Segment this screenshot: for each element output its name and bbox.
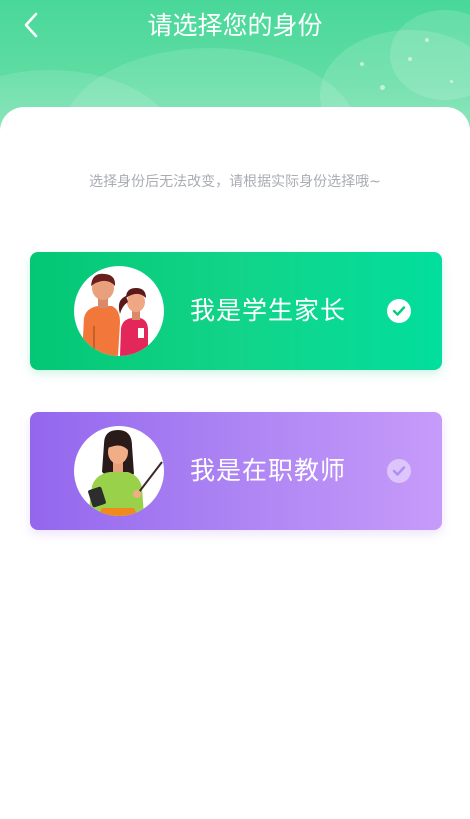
role-card-parent[interactable]: 我是学生家长 [30,252,442,370]
sparkle-dot [408,57,412,61]
sparkle-dot [360,62,364,66]
check-circle-icon[interactable] [387,459,411,483]
sparkle-dot [380,85,385,90]
role-label-parent: 我是学生家长 [190,296,347,325]
parent-child-avatar [82,273,148,356]
check-circle-icon[interactable] [387,299,411,323]
teacher-avatar [88,430,163,516]
role-label-teacher: 我是在职教师 [190,456,347,485]
role-card-teacher[interactable]: 我是在职教师 [30,412,442,530]
page-title: 请选择您的身份 [147,11,323,40]
avatar [74,426,164,516]
sparkle-dot [450,80,453,83]
hint-text: 选择身份后无法改变，请根据实际身份选择哦~ [89,174,381,190]
avatar [74,266,164,356]
